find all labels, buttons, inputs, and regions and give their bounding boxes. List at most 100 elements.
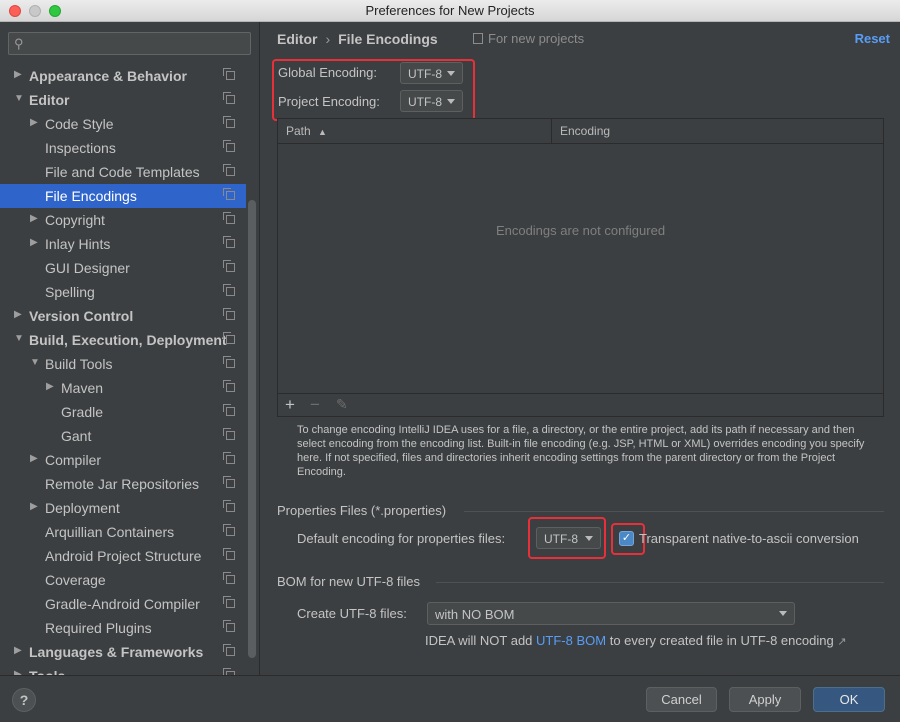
table-empty-text: Encodings are not configured (495, 223, 666, 238)
sidebar-item-remote-jar-repositories[interactable]: Remote Jar Repositories (0, 472, 246, 496)
sidebar-item-editor[interactable]: ▼ Editor (0, 88, 246, 112)
breadcrumb-editor[interactable]: Editor (277, 31, 317, 47)
properties-section-divider (464, 511, 884, 512)
sidebar-item-required-plugins[interactable]: Required Plugins (0, 616, 246, 640)
sort-ascending-icon: ▲ (318, 127, 327, 137)
chevron-down-icon[interactable]: ▼ (14, 94, 24, 104)
copy-icon (223, 212, 235, 224)
path-column-header[interactable]: Path ▲ (286, 124, 327, 138)
copy-icon (223, 356, 235, 368)
default-properties-encoding-label: Default encoding for properties files: (297, 531, 506, 546)
copy-icon (223, 260, 235, 272)
sidebar-item-label: Code Style (45, 116, 114, 132)
file-encodings-panel: Editor › File Encodings For new projects R… (261, 22, 900, 675)
chevron-right-icon[interactable]: ▶ (30, 502, 40, 512)
chevron-right-icon[interactable]: ▶ (14, 310, 24, 320)
path-encoding-table[interactable]: Path ▲ Encoding Encodings are not config… (277, 118, 884, 417)
chevron-down-icon (779, 611, 787, 616)
chevron-down-icon (447, 99, 455, 104)
sidebar-scrollbar[interactable] (248, 200, 256, 658)
chevron-down-icon[interactable]: ▼ (14, 334, 24, 344)
sidebar-item-coverage[interactable]: Coverage (0, 568, 246, 592)
sidebar-item-gradle-android-compiler[interactable]: Gradle-Android Compiler (0, 592, 246, 616)
bom-section-title: BOM for new UTF-8 files (277, 574, 421, 589)
sidebar-item-deployment[interactable]: ▶ Deployment (0, 496, 246, 520)
sidebar-item-file-and-code-templates[interactable]: File and Code Templates (0, 160, 246, 184)
column-divider[interactable] (551, 119, 552, 143)
copy-icon (223, 548, 235, 560)
remove-icon[interactable]: − (310, 395, 320, 415)
sidebar-item-gradle[interactable]: Gradle (0, 400, 246, 424)
sidebar-item-inspections[interactable]: Inspections (0, 136, 246, 160)
sidebar-item-code-style[interactable]: ▶ Code Style (0, 112, 246, 136)
sidebar-item-inlay-hints[interactable]: ▶ Inlay Hints (0, 232, 246, 256)
copy-icon (223, 620, 235, 632)
ok-button[interactable]: OK (813, 687, 885, 712)
chevron-right-icon[interactable]: ▶ (30, 238, 40, 248)
copy-icon (223, 92, 235, 104)
sidebar-item-label: File Encodings (45, 188, 137, 204)
bom-section-divider (436, 582, 884, 583)
help-button[interactable]: ? (12, 688, 36, 712)
copy-icon (223, 284, 235, 296)
sidebar-item-label: Spelling (45, 284, 95, 300)
sidebar-item-android-project-structure[interactable]: Android Project Structure (0, 544, 246, 568)
utf8-bom-link[interactable]: UTF-8 BOM (536, 633, 606, 648)
sidebar-item-appearance-behavior[interactable]: ▶ Appearance & Behavior (0, 64, 246, 88)
chevron-right-icon[interactable]: ▶ (30, 214, 40, 224)
sidebar-item-languages-frameworks[interactable]: ▶ Languages & Frameworks (0, 640, 246, 664)
sidebar-item-version-control[interactable]: ▶ Version Control (0, 304, 246, 328)
encoding-column-header[interactable]: Encoding (560, 124, 610, 138)
sidebar-item-file-encodings[interactable]: File Encodings (0, 184, 246, 208)
global-encoding-value: UTF-8 (408, 67, 442, 81)
sidebar-item-spelling[interactable]: Spelling (0, 280, 246, 304)
table-toolbar: + − ✎ (278, 393, 883, 416)
chevron-right-icon[interactable]: ▶ (30, 118, 40, 128)
sidebar-item-label: Deployment (45, 500, 120, 516)
sidebar-item-build-tools[interactable]: ▼ Build Tools (0, 352, 246, 376)
native-to-ascii-checkbox[interactable]: ✓ (619, 531, 634, 546)
copy-icon (223, 596, 235, 608)
breadcrumb-file-encodings: File Encodings (338, 31, 438, 47)
chevron-right-icon[interactable]: ▶ (30, 454, 40, 464)
global-encoding-select[interactable]: UTF-8 (400, 62, 463, 84)
properties-encoding-value: UTF-8 (544, 532, 578, 546)
properties-encoding-select[interactable]: UTF-8 (536, 527, 601, 549)
sidebar-item-label: Build Tools (45, 356, 113, 372)
chevron-down-icon[interactable]: ▼ (30, 358, 40, 368)
sidebar-item-label: File and Code Templates (45, 164, 200, 180)
project-encoding-select[interactable]: UTF-8 (400, 90, 463, 112)
sidebar-item-build-execution-deployment[interactable]: ▼ Build, Execution, Deployment (0, 328, 246, 352)
sidebar-item-label: Arquillian Containers (45, 524, 175, 540)
sidebar-item-tools[interactable]: ▶Tools (0, 664, 246, 675)
sidebar-item-label: Required Plugins (45, 620, 152, 636)
for-new-projects-note: For new projects (473, 31, 584, 46)
sidebar-item-copyright[interactable]: ▶ Copyright (0, 208, 246, 232)
copy-icon (223, 332, 235, 344)
sidebar-item-label: Coverage (45, 572, 106, 588)
sidebar-item-label: Gradle (61, 404, 104, 420)
for-new-projects-label: For new projects (488, 31, 585, 46)
sidebar-item-compiler[interactable]: ▶ Compiler (0, 448, 246, 472)
chevron-right-icon[interactable]: ▶ (46, 382, 56, 392)
edit-icon[interactable]: ✎ (336, 396, 348, 413)
create-utf8-select[interactable]: with NO BOM (427, 602, 795, 625)
settings-search-input[interactable]: ⚲ (8, 32, 251, 55)
cancel-button[interactable]: Cancel (646, 687, 717, 712)
reset-link[interactable]: Reset (855, 31, 890, 46)
sidebar-item-label: Appearance & Behavior (29, 68, 187, 84)
add-icon[interactable]: + (285, 395, 295, 415)
sidebar-item-gui-designer[interactable]: GUI Designer (0, 256, 246, 280)
sidebar-item-maven[interactable]: ▶ Maven (0, 376, 246, 400)
breadcrumb-separator: › (325, 31, 331, 47)
chevron-right-icon[interactable]: ▶ (14, 70, 24, 80)
apply-button[interactable]: Apply (729, 687, 801, 712)
sidebar-item-gant[interactable]: Gant (0, 424, 246, 448)
native-to-ascii-label[interactable]: Transparent native-to-ascii conversion (639, 531, 859, 546)
sidebar-item-arquillian-containers[interactable]: Arquillian Containers (0, 520, 246, 544)
copy-icon (223, 236, 235, 248)
sidebar-item-label: Gradle-Android Compiler (45, 596, 200, 612)
bom-note: IDEA will NOT add UTF-8 BOM to every cre… (425, 633, 847, 648)
chevron-right-icon[interactable]: ▶ (14, 646, 24, 656)
external-link-icon[interactable]: ↗ (837, 636, 846, 648)
